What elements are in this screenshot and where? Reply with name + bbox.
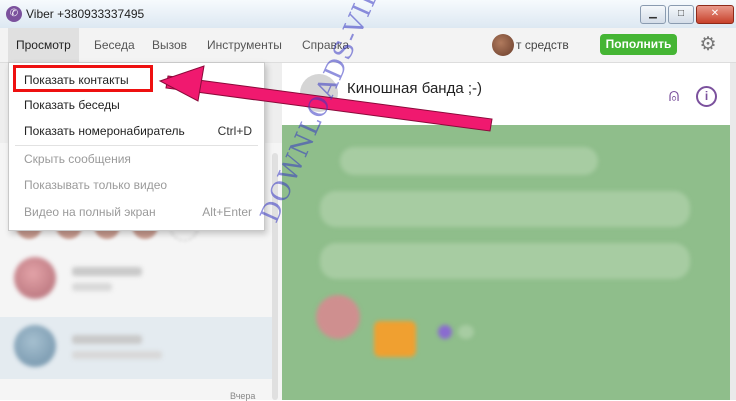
annotation-arrow — [158, 65, 493, 132]
arrow-head — [158, 65, 205, 102]
